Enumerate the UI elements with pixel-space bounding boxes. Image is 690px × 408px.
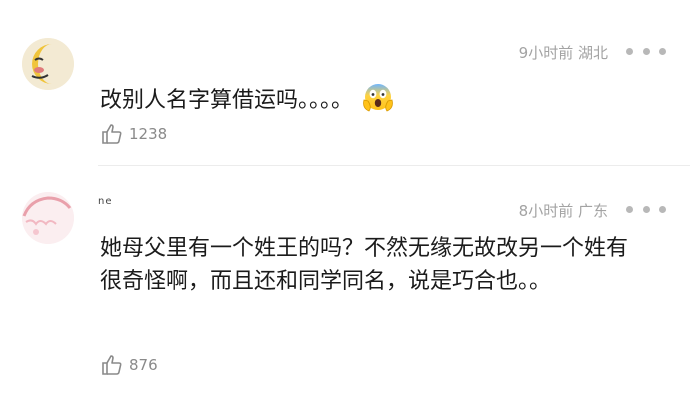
like-count: 876 (129, 356, 158, 374)
comment-meta: 8小时前 广东 (519, 200, 608, 221)
more-options-icon[interactable] (626, 46, 666, 56)
like-count: 1238 (129, 125, 168, 143)
comment-item: 9小时前 湖北 改别人名字算借运吗。。。。 1238 (0, 0, 690, 165)
comment-text-content: 改别人名字算借运吗。。。。 (100, 88, 354, 113)
like-button[interactable]: 1238 (100, 122, 167, 146)
comment-location: 广东 (577, 202, 608, 220)
avatar[interactable] (22, 192, 74, 244)
comment-text: 改别人名字算借运吗。。。。 (100, 80, 645, 117)
thumbs-up-icon (102, 124, 122, 144)
avatar[interactable] (22, 38, 74, 90)
more-options-icon[interactable] (626, 204, 666, 214)
comment-item: ne 8小时前 广东 她母父里有一个姓王的吗？不然无缘无故改另一个姓有很奇怪啊，… (0, 166, 690, 408)
username[interactable]: ne (98, 196, 113, 207)
anime-avatar-icon (22, 192, 74, 244)
screaming-face-emoji-icon (363, 84, 393, 112)
comment-time: 9小时前 (518, 44, 574, 62)
moon-face-avatar-icon (22, 38, 74, 90)
comment-text: 她母父里有一个姓王的吗？不然无缘无故改另一个姓有很奇怪啊，而且还和同学同名，说是… (100, 236, 629, 294)
comment-location: 湖北 (577, 44, 608, 62)
comment-time: 8小时前 (518, 202, 574, 220)
comment-meta: 9小时前 湖北 (519, 42, 608, 63)
like-button[interactable]: 876 (100, 353, 158, 377)
thumbs-up-icon (102, 355, 122, 375)
